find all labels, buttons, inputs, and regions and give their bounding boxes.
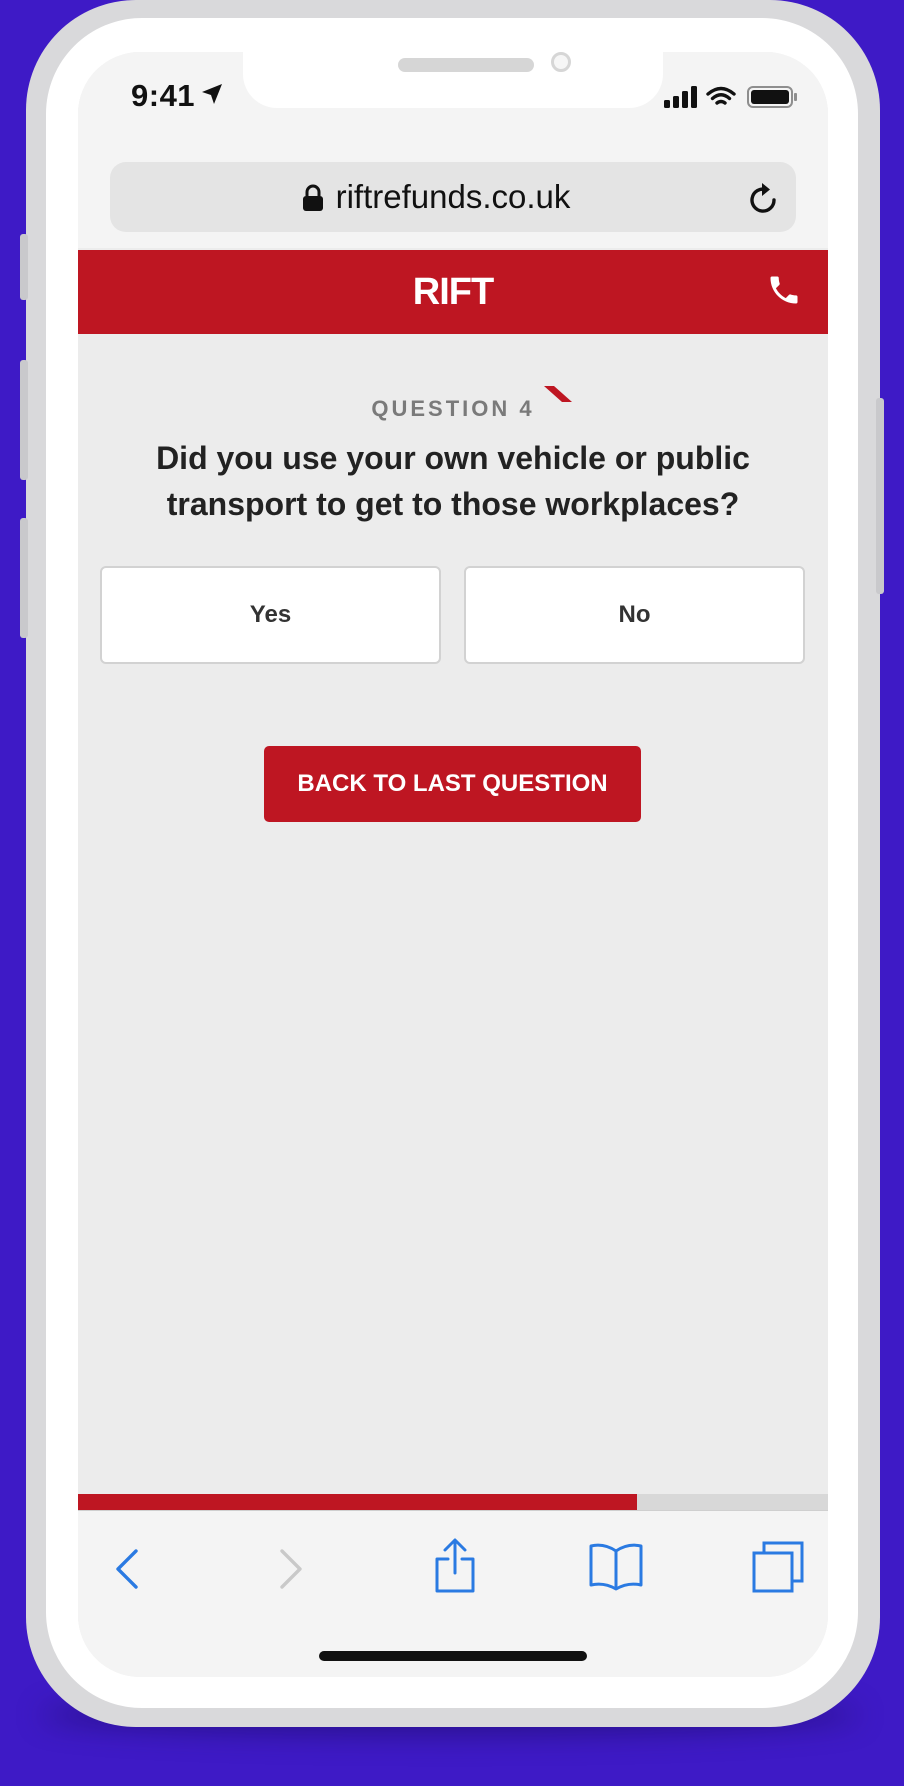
front-camera [551,52,571,72]
power-button [876,398,884,594]
url-bar[interactable]: riftrefunds.co.uk [110,162,796,232]
forward-arrow-icon[interactable] [274,1547,306,1591]
reload-icon[interactable] [748,182,780,216]
phone-icon[interactable] [766,272,802,308]
bookmarks-icon[interactable] [588,1541,644,1591]
notch [243,52,663,108]
browser-toolbar [78,1510,828,1677]
volume-down-button [20,518,28,638]
phone-screen: 9:41 riftrefunds.co.uk RIFT QUESTION 4 D… [78,52,828,1677]
answer-no-button[interactable]: No [464,566,805,664]
back-to-last-question-button[interactable]: BACK TO LAST QUESTION [264,746,641,822]
status-icons [664,86,797,108]
status-bar: 9:41 [78,52,828,148]
progress-fill [78,1494,637,1510]
wifi-icon [706,86,736,105]
question-text: Did you use your own vehicle or public t… [156,440,750,522]
share-icon[interactable] [433,1537,477,1593]
signal-icon [664,86,697,108]
site-header: RIFT [78,250,828,334]
back-arrow-icon[interactable] [112,1547,144,1591]
url-text: riftrefunds.co.uk [335,178,571,215]
browser-address-area: riftrefunds.co.uk [78,148,828,248]
speaker-grille [398,58,534,72]
question-number: QUESTION 4 [371,396,535,421]
status-time: 9:41 [131,78,196,113]
answer-yes-button[interactable]: Yes [100,566,441,664]
tabs-icon[interactable] [752,1541,804,1593]
mute-switch [20,234,28,300]
rift-logo[interactable]: RIFT [78,250,828,334]
battery-icon [747,86,797,108]
progress-bar [78,1494,828,1510]
home-indicator [319,1651,587,1661]
volume-up-button [20,360,28,480]
location-arrow-icon [202,84,222,104]
